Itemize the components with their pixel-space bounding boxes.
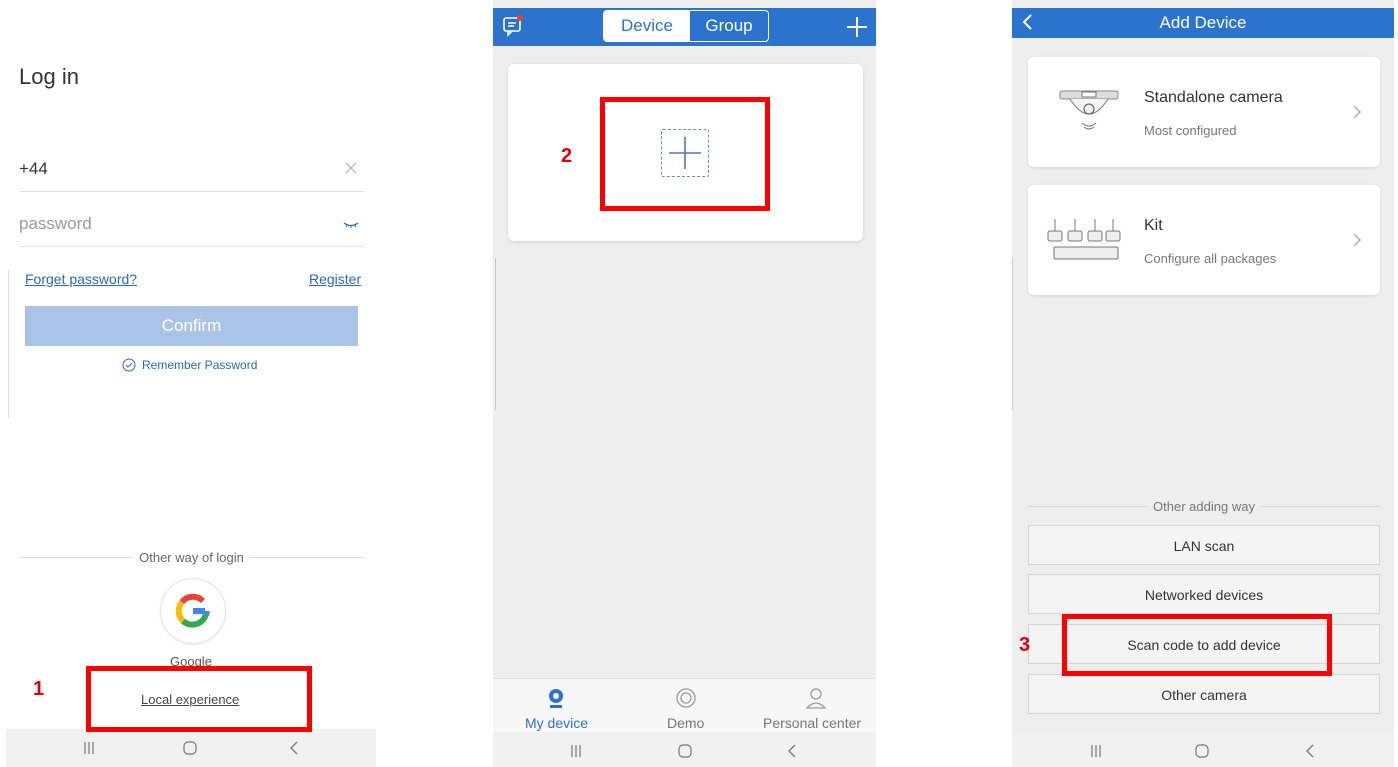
system-nav-bar [493, 732, 876, 767]
camera-icon [549, 689, 563, 708]
standalone-camera-card[interactable]: Standalone camera Most configured [1028, 57, 1380, 167]
tab-personal-center[interactable]: Personal center [749, 679, 876, 733]
other-camera-button[interactable]: Other camera [1028, 674, 1380, 714]
password-placeholder: password [19, 214, 92, 233]
recent-apps-icon[interactable] [567, 742, 585, 760]
dome-camera-icon [1059, 90, 1119, 130]
home-icon[interactable] [181, 739, 199, 757]
bottom-tab-bar: My device Demo Personal center [493, 678, 876, 733]
tab-label: My device [525, 715, 589, 731]
password-field[interactable]: password [19, 202, 364, 247]
google-login-button[interactable] [160, 578, 226, 644]
networked-devices-button[interactable]: Networked devices [1028, 574, 1380, 614]
back-icon[interactable] [1302, 742, 1320, 760]
annotation-number-1: 1 [33, 678, 45, 700]
tab-group[interactable]: Group [690, 11, 768, 41]
other-login-wrap: Other way of login [19, 549, 364, 567]
annotation-box-1 [86, 666, 312, 732]
login-screen: Log in +44 password Forget password? Reg… [0, 0, 380, 767]
device-name: Standalone camera [1144, 89, 1283, 106]
home-icon[interactable] [676, 742, 694, 760]
home-icon[interactable] [1193, 742, 1211, 760]
remember-label: Remember Password [142, 358, 258, 372]
demo-icon [676, 688, 696, 708]
kit-card[interactable]: Kit Configure all packages [1028, 185, 1380, 295]
tab-device[interactable]: Device [604, 11, 690, 41]
phone-value: +44 [19, 159, 48, 178]
tab-label: Personal center [763, 715, 862, 731]
annotation-number-2: 2 [561, 145, 573, 167]
remember-password[interactable]: Remember Password [122, 358, 257, 372]
clear-icon[interactable] [342, 159, 360, 177]
device-name: Kit [1144, 217, 1163, 234]
lan-scan-button[interactable]: LAN scan [1028, 525, 1380, 565]
confirm-button[interactable]: Confirm [25, 306, 358, 346]
annotation-box-2 [600, 97, 770, 211]
phone-field[interactable]: +44 [19, 147, 364, 192]
system-nav-bar [1012, 732, 1394, 767]
device-subtitle: Configure all packages [1144, 251, 1277, 266]
check-circle-icon [122, 358, 136, 372]
person-icon [805, 688, 827, 709]
recent-apps-icon[interactable] [1087, 742, 1105, 760]
register-link[interactable]: Register [309, 271, 361, 287]
google-icon [175, 593, 210, 628]
device-group-switch[interactable]: Device Group [603, 10, 769, 42]
other-login-label: Other way of login [133, 550, 250, 565]
annotation-number-3: 3 [1019, 634, 1031, 656]
tab-my-device[interactable]: My device [493, 679, 621, 733]
edge-decoration [8, 270, 11, 418]
add-icon[interactable] [845, 15, 869, 39]
forget-password-link[interactable]: Forget password? [25, 271, 137, 287]
system-nav-bar [6, 729, 376, 767]
device-subtitle: Most configured [1144, 123, 1237, 138]
tab-label: Demo [667, 715, 705, 731]
annotation-box-3 [1062, 614, 1332, 676]
chevron-right-icon [1353, 105, 1361, 119]
page-title: Add Device [1159, 13, 1247, 32]
top-bar: Device Group [493, 8, 876, 46]
message-icon[interactable] [501, 14, 525, 38]
back-icon[interactable] [286, 739, 304, 757]
edge-decoration [1012, 258, 1015, 410]
recent-apps-icon[interactable] [80, 739, 98, 757]
chevron-right-icon [1353, 233, 1361, 247]
other-adding-way-label: Other adding way [1147, 499, 1261, 514]
tab-demo[interactable]: Demo [621, 679, 749, 733]
eye-closed-icon[interactable] [342, 214, 360, 232]
login-title: Log in [19, 64, 79, 89]
camera-kit-icon [1047, 219, 1121, 260]
edge-decoration [495, 258, 498, 410]
top-bar: Add Device [1012, 8, 1394, 38]
other-way-wrap: Other adding way [1028, 498, 1380, 516]
back-icon[interactable] [784, 742, 802, 760]
